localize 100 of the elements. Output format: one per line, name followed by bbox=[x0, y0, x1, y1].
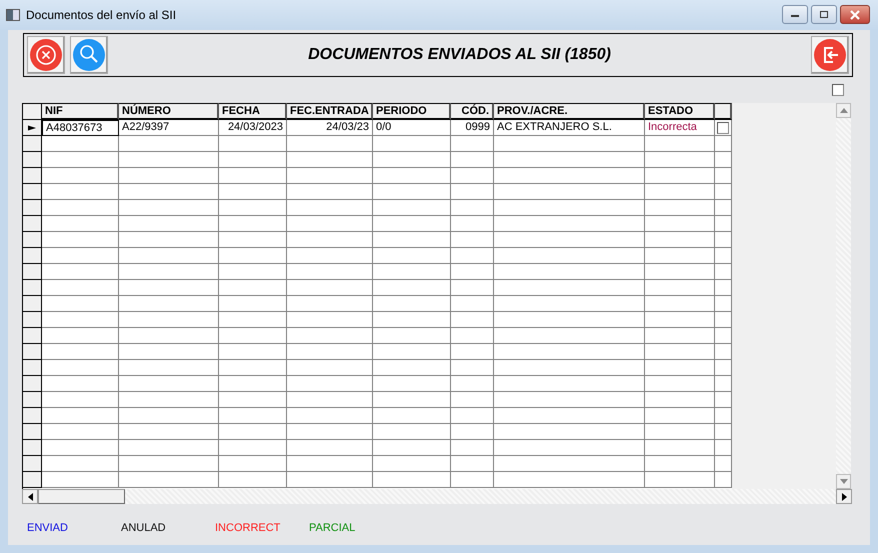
table-cell bbox=[451, 392, 494, 408]
column-header[interactable]: CÓD. bbox=[451, 103, 494, 120]
table-cell bbox=[645, 232, 715, 248]
row-checkbox[interactable] bbox=[717, 122, 729, 134]
table-cell bbox=[645, 424, 715, 440]
table-cell bbox=[645, 296, 715, 312]
column-header[interactable]: NIF bbox=[42, 103, 119, 120]
column-header[interactable]: ESTADO bbox=[645, 103, 715, 120]
scroll-up-icon bbox=[840, 108, 848, 113]
table-cell bbox=[645, 168, 715, 184]
table-cell bbox=[451, 376, 494, 392]
row-selector[interactable] bbox=[23, 328, 42, 344]
column-header[interactable]: FECHA bbox=[219, 103, 287, 120]
table-cell bbox=[451, 456, 494, 472]
exit-button[interactable] bbox=[811, 36, 849, 74]
table-cell bbox=[219, 136, 287, 152]
table-cell bbox=[219, 408, 287, 424]
minimize-button[interactable] bbox=[782, 5, 808, 24]
table-cell bbox=[645, 264, 715, 280]
table-cell bbox=[645, 216, 715, 232]
maximize-icon bbox=[818, 10, 830, 20]
row-selector[interactable] bbox=[23, 408, 42, 424]
search-icon bbox=[73, 39, 105, 71]
row-selector[interactable] bbox=[23, 120, 42, 136]
legend-label: ENVIAD bbox=[27, 522, 69, 534]
row-selector[interactable] bbox=[23, 376, 42, 392]
row-selector[interactable] bbox=[23, 456, 42, 472]
scroll-left-icon bbox=[28, 492, 32, 500]
row-selector[interactable] bbox=[23, 184, 42, 200]
table-cell bbox=[219, 168, 287, 184]
table-cell bbox=[645, 280, 715, 296]
table-cell bbox=[645, 456, 715, 472]
table-cell bbox=[645, 360, 715, 376]
table-cell bbox=[451, 408, 494, 424]
table-cell bbox=[451, 168, 494, 184]
table-cell: 0/0 bbox=[373, 120, 451, 136]
table-cell bbox=[645, 248, 715, 264]
exit-icon bbox=[814, 39, 846, 71]
row-selector[interactable] bbox=[23, 392, 42, 408]
table-cell bbox=[451, 200, 494, 216]
table-cell bbox=[645, 200, 715, 216]
table-cell bbox=[645, 136, 715, 152]
maximize-button[interactable] bbox=[811, 5, 837, 24]
row-selector[interactable] bbox=[23, 264, 42, 280]
row-selector[interactable] bbox=[23, 136, 42, 152]
table-cell: 24/03/2023 bbox=[219, 120, 287, 136]
column-header[interactable]: FEC.ENTRADA bbox=[287, 103, 373, 120]
table-cell bbox=[219, 264, 287, 280]
row-selector[interactable] bbox=[23, 344, 42, 360]
close-button[interactable] bbox=[840, 5, 870, 24]
table-cell bbox=[219, 328, 287, 344]
table-cell bbox=[219, 456, 287, 472]
table-cell bbox=[645, 344, 715, 360]
scroll-thumb[interactable] bbox=[38, 489, 125, 504]
legend-label: ANULAD bbox=[121, 522, 167, 534]
table-cell bbox=[219, 424, 287, 440]
column-header[interactable]: NÚMERO bbox=[119, 103, 219, 120]
horizontal-scrollbar[interactable] bbox=[22, 489, 852, 504]
row-selector[interactable] bbox=[23, 424, 42, 440]
row-selector[interactable] bbox=[23, 280, 42, 296]
table-cell bbox=[451, 296, 494, 312]
app-icon bbox=[6, 9, 20, 21]
row-selector[interactable] bbox=[23, 472, 42, 488]
column-header[interactable]: PROV./ACRE. bbox=[494, 103, 645, 120]
row-selector[interactable] bbox=[23, 296, 42, 312]
table-cell bbox=[219, 152, 287, 168]
table-cell bbox=[451, 136, 494, 152]
row-selector[interactable] bbox=[23, 312, 42, 328]
row-selector[interactable] bbox=[23, 216, 42, 232]
row-selector[interactable] bbox=[23, 152, 42, 168]
cancel-button[interactable] bbox=[27, 36, 65, 74]
table-cell bbox=[451, 440, 494, 456]
table-cell: AC EXTRANJERO S.L. bbox=[494, 120, 645, 136]
table-cell: 0999 bbox=[451, 120, 494, 136]
vertical-scrollbar[interactable] bbox=[836, 103, 851, 489]
column-header[interactable] bbox=[715, 103, 732, 120]
table-cell: A22/9397 bbox=[119, 120, 219, 136]
row-selector[interactable] bbox=[23, 248, 42, 264]
table-cell bbox=[645, 152, 715, 168]
table-cell: Incorrecta bbox=[645, 120, 715, 136]
row-selector[interactable] bbox=[23, 232, 42, 248]
select-all-checkbox[interactable] bbox=[832, 84, 844, 96]
table-cell bbox=[219, 200, 287, 216]
table-cell bbox=[645, 376, 715, 392]
current-row-icon bbox=[28, 124, 36, 130]
row-selector[interactable] bbox=[23, 360, 42, 376]
row-selector[interactable] bbox=[23, 200, 42, 216]
table-cell: A48037673 bbox=[42, 120, 119, 136]
table-cell bbox=[451, 264, 494, 280]
table-cell bbox=[451, 280, 494, 296]
column-header[interactable]: PERIODO bbox=[373, 103, 451, 120]
table-cell bbox=[451, 152, 494, 168]
row-selector[interactable] bbox=[23, 168, 42, 184]
table-cell bbox=[451, 248, 494, 264]
table-cell bbox=[451, 424, 494, 440]
search-button[interactable] bbox=[70, 36, 108, 74]
table-cell bbox=[645, 472, 715, 488]
row-selector[interactable] bbox=[23, 440, 42, 456]
table-cell bbox=[645, 408, 715, 424]
table-cell bbox=[645, 440, 715, 456]
